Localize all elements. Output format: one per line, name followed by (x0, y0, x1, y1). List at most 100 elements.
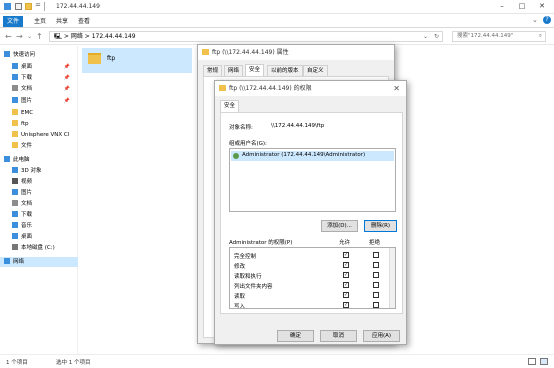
minimize-icon[interactable]: – (497, 2, 507, 11)
sidebar-item[interactable]: EMC (0, 108, 78, 118)
remove-button[interactable]: 删除(R) (364, 220, 397, 232)
address-dropdown-icon[interactable]: ⌄ (423, 32, 428, 41)
forward-icon[interactable]: → (16, 32, 23, 41)
deny-checkbox[interactable] (373, 252, 379, 258)
sidebar-item[interactable]: 桌面 (0, 232, 78, 242)
tab-network[interactable]: 网络 (224, 65, 244, 76)
deny-checkbox[interactable] (373, 302, 379, 308)
object-name-value: \\172.44.44.149\ftp (271, 123, 325, 129)
ok-button[interactable]: 确定 (277, 330, 314, 342)
ribbon-expand-icon[interactable]: ⌄ (532, 16, 538, 24)
sidebar-item[interactable]: Unisphere VNX Cl (0, 130, 78, 140)
picture-icon (12, 97, 18, 103)
allow-checkbox[interactable]: ✓ (343, 282, 349, 288)
address-bar[interactable]: 🖳 > 网络 > 172.44.44.149 ⌄ ↻ (49, 31, 443, 42)
new-folder-quick-icon[interactable] (25, 3, 32, 10)
allow-checkbox[interactable]: ✓ (343, 272, 349, 278)
tab-view[interactable]: 查看 (74, 16, 94, 27)
permission-name: 完全控制 (234, 254, 257, 260)
deny-checkbox[interactable] (373, 272, 379, 278)
tab-security[interactable]: 安全 (245, 64, 265, 76)
sidebar-item[interactable]: 网络 (0, 257, 78, 267)
tab-customize[interactable]: 自定义 (303, 65, 328, 76)
back-icon[interactable]: ← (5, 32, 12, 41)
tab-share[interactable]: 共享 (52, 16, 72, 27)
sidebar-item[interactable]: 文件 (0, 141, 78, 151)
allow-column-header: 允许 (339, 240, 351, 246)
sidebar-item[interactable]: 视频 (0, 177, 78, 187)
address-path: 🖳 > 网络 > 172.44.44.149 (54, 33, 136, 40)
sidebar-item[interactable]: 3D 对象 (0, 166, 78, 176)
deny-checkbox[interactable] (373, 282, 379, 288)
apply-button[interactable]: 应用(A) (363, 330, 400, 342)
sidebar-item-label: 网络 (13, 259, 25, 265)
allow-checkbox[interactable]: ✓ (343, 262, 349, 268)
permissions-panel: 对象名称: \\172.44.44.149\ftp 组或用户名(G): Admi… (220, 112, 403, 314)
recent-locations-icon[interactable]: ⌄ (27, 32, 32, 41)
selected-count: 选中 1 个项目 (56, 360, 91, 366)
user-icon (233, 153, 239, 159)
permission-name: 读取 (234, 294, 246, 300)
sidebar-item[interactable]: 本地磁盘 (C:) (0, 243, 78, 253)
tab-file[interactable]: 文件 (3, 16, 24, 27)
cancel-button[interactable]: 取消 (320, 330, 357, 342)
document-icon (12, 85, 18, 91)
deny-checkbox[interactable] (373, 262, 379, 268)
item-count: 1 个项目 (6, 360, 28, 366)
3d-objects-icon (12, 167, 18, 173)
sidebar-item[interactable]: 图片 (0, 188, 78, 198)
sidebar-item[interactable]: 图片 📌 (0, 96, 78, 106)
tab-previous-versions[interactable]: 以前的版本 (267, 65, 303, 76)
sidebar-item[interactable]: 此电脑 (0, 155, 78, 165)
permission-row: 读取和执行 ✓ (230, 270, 390, 280)
sidebar-item[interactable]: 桌面 📌 (0, 62, 78, 72)
sidebar-item[interactable]: 下载 (0, 210, 78, 220)
sidebar-item[interactable]: ftp (0, 119, 78, 129)
sidebar-item-label: 快速访问 (13, 52, 36, 58)
add-button[interactable]: 添加(D)... (321, 220, 358, 232)
search-input[interactable]: 搜索"172.44.44.149" ⌕ (452, 31, 546, 42)
search-icon: ⌕ (538, 33, 542, 39)
sidebar-item[interactable]: 文档 📌 (0, 84, 78, 94)
pin-icon: 📌 (63, 75, 70, 81)
close-icon[interactable]: ✕ (393, 81, 400, 96)
sidebar-item-label: 文档 (21, 86, 33, 92)
quick-access-dropdown-icon[interactable]: = (35, 1, 41, 9)
folder-icon (202, 49, 209, 55)
star-icon (4, 51, 10, 57)
up-icon[interactable]: ↑ (36, 32, 43, 41)
pin-icon: 📌 (63, 64, 70, 70)
allow-checkbox[interactable]: ✓ (343, 252, 349, 258)
sidebar-item-label: 桌面 (21, 64, 33, 70)
properties-quick-icon[interactable] (15, 3, 22, 10)
download-icon (12, 74, 18, 80)
explorer-icon (4, 3, 11, 10)
permissions-for-label: Administrator 的权限(P) (229, 240, 293, 246)
tab-security[interactable]: 安全 (220, 100, 240, 112)
music-icon (12, 222, 18, 228)
list-item-user[interactable]: Administrator (172.44.44.149\Administrat… (231, 151, 394, 161)
sidebar-item-label: 桌面 (21, 234, 33, 240)
refresh-icon[interactable]: ↻ (434, 32, 439, 41)
folder-icon (12, 131, 18, 137)
sidebar-item[interactable]: 下载 📌 (0, 73, 78, 83)
tab-home[interactable]: 主页 (30, 16, 50, 27)
allow-checkbox[interactable]: ✓ (343, 292, 349, 298)
document-icon (12, 200, 18, 206)
help-icon[interactable]: ? (543, 16, 551, 24)
sidebar-item[interactable]: 文档 (0, 199, 78, 209)
deny-checkbox[interactable] (373, 292, 379, 298)
pin-icon: 📌 (63, 98, 70, 104)
sidebar-item-label: 文件 (21, 143, 33, 149)
sidebar-item[interactable]: 音乐 (0, 221, 78, 231)
folder-item-ftp[interactable]: ftp (82, 48, 192, 73)
permission-row: 修改 ✓ (230, 260, 390, 270)
details-view-icon[interactable] (528, 358, 536, 365)
sidebar-item[interactable]: 快速访问 (0, 50, 78, 60)
tab-general[interactable]: 常规 (203, 65, 223, 76)
close-icon[interactable]: ✕ (537, 2, 547, 11)
user-list[interactable]: Administrator (172.44.44.149\Administrat… (229, 148, 396, 212)
maximize-icon[interactable]: □ (517, 2, 527, 11)
allow-checkbox[interactable]: ✓ (343, 302, 349, 308)
large-icons-view-icon[interactable] (540, 358, 548, 365)
